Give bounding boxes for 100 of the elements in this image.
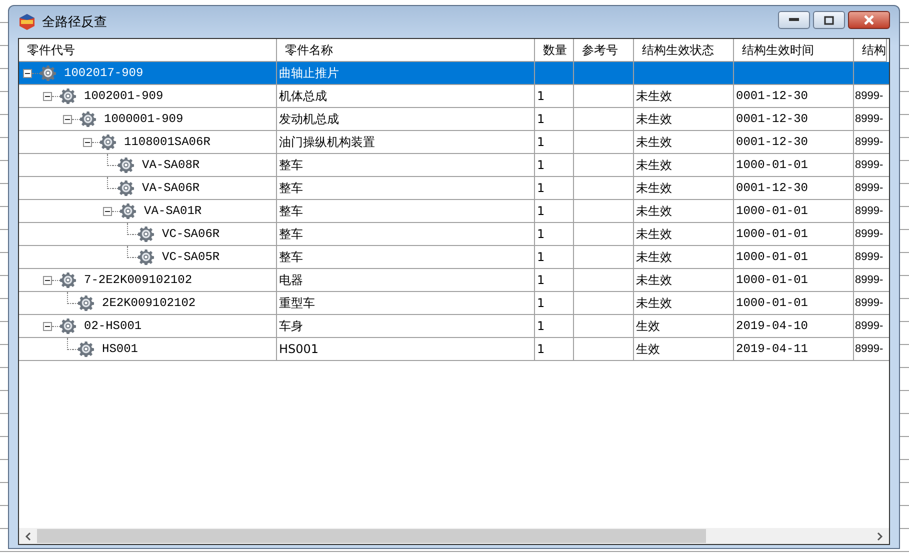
table-cell-text: 8999- [854, 342, 884, 357]
table-cell: 生效 [634, 315, 734, 337]
table-cell: 0001-12-30 [734, 177, 854, 199]
tree-row[interactable]: HS001 HS001 1 生效 2019-04-11 8999- [19, 338, 889, 361]
tree-row[interactable]: 1002017-909 曲轴止推片 [19, 62, 889, 85]
table-cell: 1 [535, 85, 574, 107]
tree-row[interactable]: 02-HS001 车身 1 生效 2019-04-10 8999- [19, 315, 889, 338]
table-cell: 机体总成 [277, 85, 535, 107]
app-logo-icon [18, 13, 36, 31]
part-code: HS001 [102, 342, 138, 356]
part-code: 7-2E2K009102102 [84, 273, 192, 287]
expander-icon[interactable] [63, 114, 72, 124]
table-cell-text: 8999- [854, 89, 884, 104]
part-code: 1002017-909 [64, 66, 144, 80]
table-cell-text: 8999- [854, 158, 884, 173]
gear-icon [138, 249, 154, 265]
table-cell: 未生效 [634, 246, 734, 268]
table-cell: 1000-01-01 [734, 223, 854, 245]
maximize-button[interactable] [813, 11, 845, 29]
window-title: 全路径反查 [42, 14, 107, 31]
gear-icon [60, 88, 76, 104]
expander-icon[interactable] [43, 92, 52, 100]
maximize-icon [824, 16, 834, 24]
table-cell: 1000-01-01 [734, 154, 854, 176]
table-cell: 未生效 [634, 200, 734, 222]
table-cell: 1 [535, 292, 574, 314]
gear-icon [118, 180, 134, 196]
expander-icon[interactable] [43, 276, 52, 284]
minimize-button[interactable] [778, 11, 810, 29]
table-cell: 生效 [634, 338, 734, 360]
part-code: VC-SA06R [162, 227, 220, 241]
table-cell: 1 [535, 131, 574, 153]
gear-icon [138, 226, 154, 242]
tree-row[interactable]: VC-SA05R 整车 1 未生效 1000-01-01 8999- [19, 246, 889, 269]
tree-row[interactable]: 1000001-909 发动机总成 1 未生效 0001-12-30 8999- [19, 108, 889, 131]
expander-icon[interactable] [43, 322, 52, 330]
close-button[interactable] [848, 11, 890, 29]
table-cell: 0001-12-30 [734, 131, 854, 153]
table-cell: 0001-12-30 [734, 108, 854, 130]
tree-row[interactable]: VA-SA01R 整车 1 未生效 1000-01-01 8999- [19, 200, 889, 223]
gear-icon [80, 111, 96, 127]
part-code: VC-SA05R [162, 250, 220, 264]
table-cell: 未生效 [634, 108, 734, 130]
expander-icon[interactable] [23, 68, 32, 78]
table-cell: 1000-01-01 [734, 246, 854, 268]
table-cell: 车身 [277, 315, 535, 337]
tree-row[interactable]: 7-2E2K009102102 电器 1 未生效 1000-01-01 8999- [19, 269, 889, 292]
table-cell-text: 8999- [854, 319, 884, 334]
part-code: VA-SA06R [142, 181, 200, 195]
scrollbar-thumb[interactable] [37, 529, 706, 543]
table-cell: 1 [535, 108, 574, 130]
table-cell: 未生效 [634, 269, 734, 291]
table-cell: 0001-12-30 [734, 85, 854, 107]
minimize-icon [789, 18, 799, 22]
table-cell-text: 8999- [854, 227, 884, 242]
table-cell: 未生效 [634, 177, 734, 199]
part-code: 1002001-909 [84, 89, 164, 103]
gear-icon [60, 272, 76, 288]
part-code: 1000001-909 [104, 112, 184, 126]
gear-icon [60, 318, 76, 334]
table-cell: 1 [535, 154, 574, 176]
table-cell: HS001 [277, 338, 535, 360]
gear-icon [120, 203, 136, 219]
table-cell-text: 8999- [854, 181, 884, 196]
table-cell-text: 8999- [854, 296, 884, 311]
gear-icon [118, 157, 134, 173]
expander-icon[interactable] [83, 138, 92, 146]
tree-row[interactable]: VA-SA06R 整车 1 未生效 0001-12-30 8999- [19, 177, 889, 200]
table-cell: 发动机总成 [277, 108, 535, 130]
table-cell: 未生效 [634, 85, 734, 107]
table-cell: 未生效 [634, 223, 734, 245]
table-cell: 1000-01-01 [734, 292, 854, 314]
table-cell: 电器 [277, 269, 535, 291]
tree-row[interactable]: 1002001-909 机体总成 1 未生效 0001-12-30 8999- [19, 85, 889, 108]
table-cell: 1 [535, 269, 574, 291]
table-cell-text: 8999- [854, 250, 884, 265]
tree-row[interactable]: VA-SA08R 整车 1 未生效 1000-01-01 8999- [19, 154, 889, 177]
gear-icon [78, 341, 94, 357]
table-cell-text: 8999- [854, 204, 884, 219]
tree-row[interactable]: 1108001SA06R 油门操纵机构装置 1 未生效 0001-12-30 8999- [19, 131, 889, 154]
table-cell-text: 8999- [854, 273, 884, 288]
table-cell: 1 [535, 315, 574, 337]
part-code: 2E2K009102102 [102, 296, 196, 310]
table-cell: 未生效 [634, 292, 734, 314]
table-cell: 未生效 [634, 154, 734, 176]
table-cell: 曲轴止推片 [277, 62, 535, 84]
close-icon [863, 15, 875, 25]
table-cell: 整车 [277, 223, 535, 245]
table-cell: 1 [535, 200, 574, 222]
tree-row[interactable]: 2E2K009102102 重型车 1 未生效 1000-01-01 8999- [19, 292, 889, 315]
table-cell: 1000-01-01 [734, 200, 854, 222]
part-code: VA-SA08R [142, 158, 200, 172]
table-cell: 2019-04-11 [734, 338, 854, 360]
table-cell: 1 [535, 223, 574, 245]
tree-row[interactable]: VC-SA06R 整车 1 未生效 1000-01-01 8999- [19, 223, 889, 246]
horizontal-scrollbar[interactable] [19, 528, 889, 544]
table-cell: 整车 [277, 200, 535, 222]
table-cell: 未生效 [634, 131, 734, 153]
table-cell: 1 [535, 177, 574, 199]
expander-icon[interactable] [103, 206, 112, 216]
